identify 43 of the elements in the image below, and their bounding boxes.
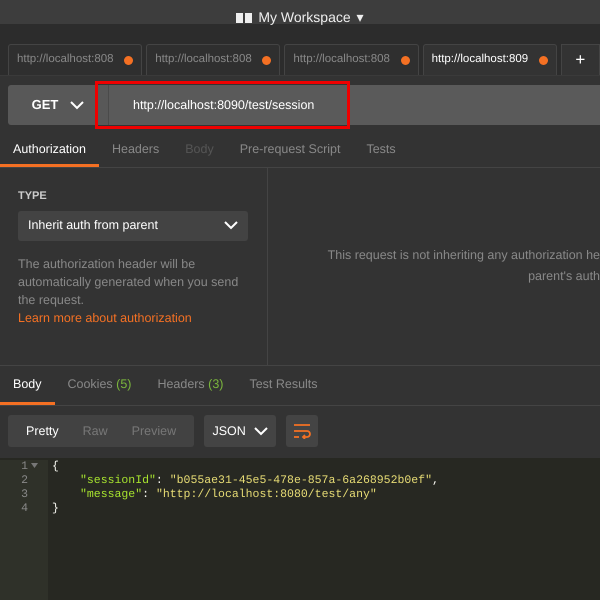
response-tab[interactable]: Cookies (5) <box>54 366 144 405</box>
code-line: } <box>52 502 60 516</box>
line-number: 1 <box>21 460 28 474</box>
unsaved-dot <box>124 56 134 64</box>
learn-more-link[interactable]: Learn more about authorization <box>18 308 192 326</box>
method-dropdown[interactable]: GET <box>8 85 108 125</box>
line-number: 3 <box>21 488 28 502</box>
code-line: { <box>52 460 60 474</box>
workspace-title[interactable]: My Workspace <box>258 10 351 24</box>
request-tab[interactable]: http://localhost:808 <box>8 44 142 75</box>
request-section-tab[interactable]: Tests <box>353 134 409 167</box>
field-label: TYPE <box>18 189 48 204</box>
auth-type-dropdown[interactable]: Inherit auth from parent <box>18 210 248 240</box>
auth-message: This request is not inheriting any authorization he <box>328 247 600 264</box>
caret-icon[interactable]: ▾ <box>356 10 364 24</box>
chevron-down-icon <box>224 221 238 230</box>
request-section-tab[interactable]: Authorization <box>0 134 99 167</box>
format-dropdown[interactable]: JSON <box>204 415 276 447</box>
view-mode-button[interactable]: Pretty <box>14 415 71 447</box>
unsaved-dot <box>262 56 272 64</box>
workspace-icon[interactable] <box>236 10 252 24</box>
chevron-down-icon <box>70 100 84 110</box>
line-number: 2 <box>21 474 28 488</box>
wrap-icon <box>293 423 312 439</box>
auth-message: parent's auth <box>528 268 600 285</box>
line-number: 4 <box>21 502 28 516</box>
response-tab[interactable]: Body <box>0 366 54 405</box>
unsaved-dot <box>400 56 410 64</box>
request-tab[interactable]: http://localhost:808 <box>284 44 419 75</box>
url-field[interactable]: http://localhost:8090/test/session <box>108 85 600 125</box>
request-section-tab[interactable]: Headers <box>98 134 172 167</box>
wrap-lines-button[interactable] <box>286 415 318 447</box>
response-tab[interactable]: Headers (3) <box>144 366 236 405</box>
chevron-down-icon <box>254 426 268 436</box>
code-line: "message": "http://localhost:8080/test/any" <box>79 488 378 502</box>
code-line: "sessionId": "b055ae31-45e5-478e-857a-6a268952b0ef", <box>79 474 439 488</box>
request-tab[interactable]: http://localhost:809 <box>422 44 557 75</box>
unsaved-dot <box>538 56 548 64</box>
request-section-tab[interactable]: Pre-request Script <box>226 134 354 167</box>
new-tab-button[interactable]: + <box>560 44 600 75</box>
request-tab[interactable]: http://localhost:808 <box>146 44 280 75</box>
response-tab[interactable]: Test Results <box>236 366 331 405</box>
auth-description: The authorization header will be automatically generated when you send the request. Learn more about authorization <box>18 256 240 326</box>
